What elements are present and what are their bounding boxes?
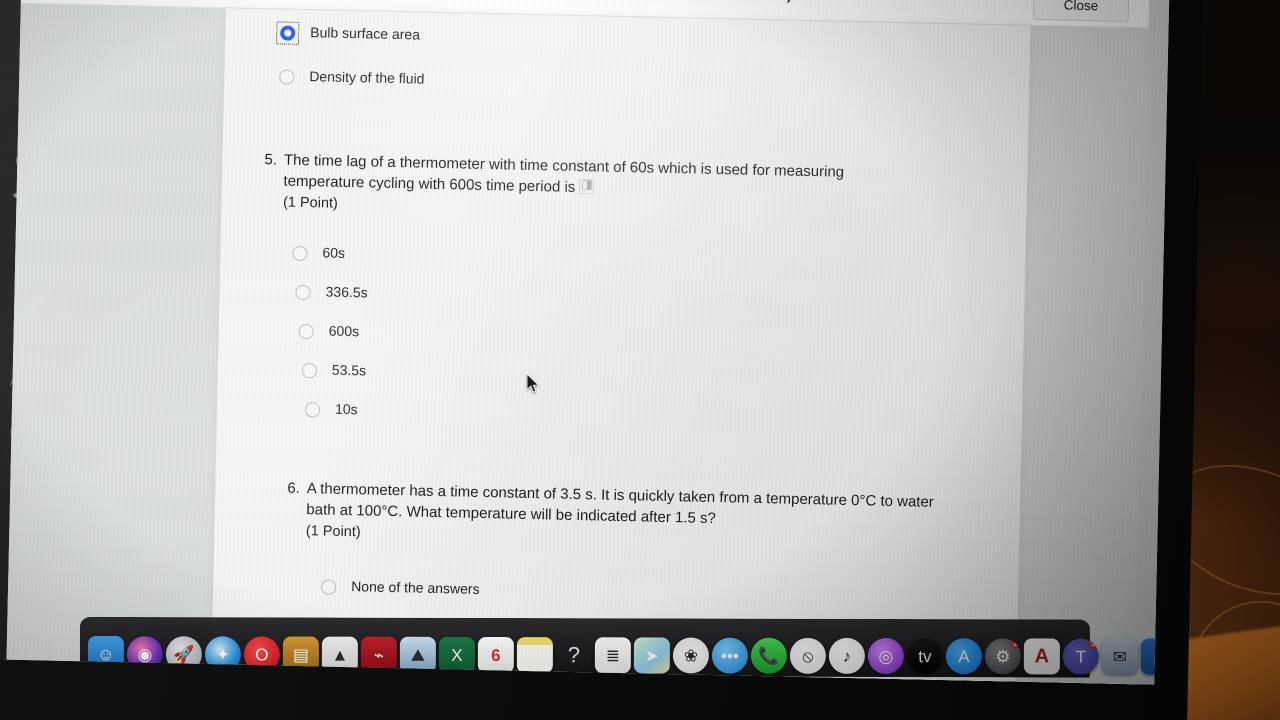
help-icon[interactable]: ? xyxy=(556,637,592,673)
form-canvas: Bulb surface area Density of the fluid 5… xyxy=(6,3,1149,685)
do-not-disturb-icon[interactable]: ⦸ xyxy=(789,637,826,674)
radio-button[interactable] xyxy=(320,579,337,595)
help-icon-glyph: ? xyxy=(567,642,581,668)
exam-dialog: Engineering Measurements - Mid Exam - 06… xyxy=(6,0,1150,685)
autocad-icon-glyph: A xyxy=(1034,645,1050,668)
notes-icon[interactable] xyxy=(516,637,553,674)
launchpad-icon-glyph: 🚀 xyxy=(173,644,195,664)
system-preferences-icon-glyph: ⚙ xyxy=(995,646,1011,666)
excel-icon-glyph: X xyxy=(451,645,463,665)
image-capture-icon-glyph: ⛰ xyxy=(410,645,426,665)
option-label: 600s xyxy=(328,322,360,340)
photo-of-laptop-screen: ▤ ents ▥ dar ☎ alls 🗀 Files ••• ⧉ xyxy=(0,0,1280,720)
calendar-icon[interactable]: 6 xyxy=(477,636,514,674)
maps-icon[interactable]: ➤ xyxy=(633,637,670,674)
mail-icon[interactable]: ✉ xyxy=(1101,638,1138,675)
page-title: Engineering Measurements - Mid Exam - 06… xyxy=(47,0,792,4)
option-label: 10s xyxy=(334,400,358,418)
close-button[interactable]: Close xyxy=(1032,0,1130,22)
safari-icon-glyph: ✦ xyxy=(215,644,231,664)
teams-icon-glyph: T xyxy=(1075,647,1087,667)
radio-button[interactable] xyxy=(301,363,318,379)
facetime-icon[interactable]: 📞 xyxy=(750,637,787,674)
radio-button-selected[interactable] xyxy=(275,21,300,45)
radio-button[interactable] xyxy=(304,402,321,418)
maps-icon-glyph: ➤ xyxy=(644,645,660,665)
form-card: Bulb surface area Density of the fluid 5… xyxy=(211,8,1031,682)
do-not-disturb-icon-glyph: ⦸ xyxy=(802,646,814,666)
messages-icon[interactable]: ••• xyxy=(711,637,748,674)
question-5-options: 60s 336.5s 600s 53.5s 10s xyxy=(288,242,1097,455)
adobe-acrobat-icon[interactable]: ⌁ xyxy=(360,636,397,673)
teams-icon[interactable]: T1 xyxy=(1062,638,1099,675)
system-preferences-icon[interactable]: ⚙ 1 xyxy=(984,638,1021,675)
radio-button[interactable] xyxy=(292,245,308,262)
radio-button[interactable] xyxy=(298,323,314,340)
reminders-icon-glyph: ≣ xyxy=(605,645,621,665)
question-number: 5. xyxy=(264,151,278,169)
laptop-screen: ▤ ents ▥ dar ☎ alls 🗀 Files ••• ⧉ xyxy=(0,0,1170,685)
broken-image-icon xyxy=(579,179,595,195)
question-4-options: Bulb surface area Density of the fluid xyxy=(275,21,1086,122)
option-label: None of the answers xyxy=(351,578,480,597)
opera-icon-glyph: O xyxy=(255,644,269,664)
notification-badge: 1 xyxy=(1009,638,1021,649)
apple-tv-icon[interactable]: tv xyxy=(906,638,943,675)
autocad-icon[interactable]: A xyxy=(1023,638,1060,675)
focus-ring xyxy=(275,21,300,45)
image-capture-icon[interactable]: ⛰ xyxy=(399,636,436,673)
facetime-icon-glyph: 📞 xyxy=(758,646,780,666)
teams-app-window: ▤ ents ▥ dar ☎ alls 🗀 Files ••• ⧉ xyxy=(0,0,1170,685)
option-label: 53.5s xyxy=(331,361,367,379)
photos-icon-glyph: ❀ xyxy=(683,646,699,666)
vlc-icon-glyph: ▲ xyxy=(331,645,349,665)
option-label: Bulb surface area xyxy=(310,24,421,43)
option-label: Density of the fluid xyxy=(309,68,425,87)
question-number: 6. xyxy=(287,479,301,497)
question-text-line-2-text: temperature cycling with 600s time perio… xyxy=(283,172,576,197)
apple-tv-icon-glyph: tv xyxy=(918,646,932,666)
app-store-icon-glyph: A xyxy=(958,646,970,666)
finder-icon-glyph: ☺ xyxy=(97,644,115,664)
option-label: 336.5s xyxy=(325,283,368,301)
itunes-icon[interactable]: ♪ xyxy=(828,637,865,674)
preview-icon-glyph: ▤ xyxy=(292,644,309,665)
radio-button[interactable] xyxy=(295,284,311,301)
messages-icon-glyph: ••• xyxy=(720,646,739,666)
calendar-icon-glyph: 6 xyxy=(491,645,501,665)
notification-badge: 1 xyxy=(1087,638,1099,649)
option-label: 60s xyxy=(322,244,346,261)
radio-button[interactable] xyxy=(279,69,295,85)
excel-icon[interactable]: X xyxy=(438,636,475,673)
reminders-icon[interactable]: ≣ xyxy=(594,637,631,674)
siri-icon-glyph: ◉ xyxy=(137,644,153,664)
question-6: 6. A thermometer has a time constant of … xyxy=(286,478,987,554)
app-store-icon[interactable]: A xyxy=(945,638,982,675)
podcasts-icon[interactable]: ◎ xyxy=(867,637,904,675)
mail-icon-glyph: ✉ xyxy=(1112,647,1128,667)
podcasts-icon-glyph: ◎ xyxy=(878,646,894,666)
question-5: 5. The time lag of a thermometer with ti… xyxy=(263,149,984,225)
photos-icon[interactable]: ❀ xyxy=(672,637,709,674)
itunes-icon-glyph: ♪ xyxy=(842,646,852,666)
adobe-acrobat-icon-glyph: ⌁ xyxy=(373,645,385,665)
